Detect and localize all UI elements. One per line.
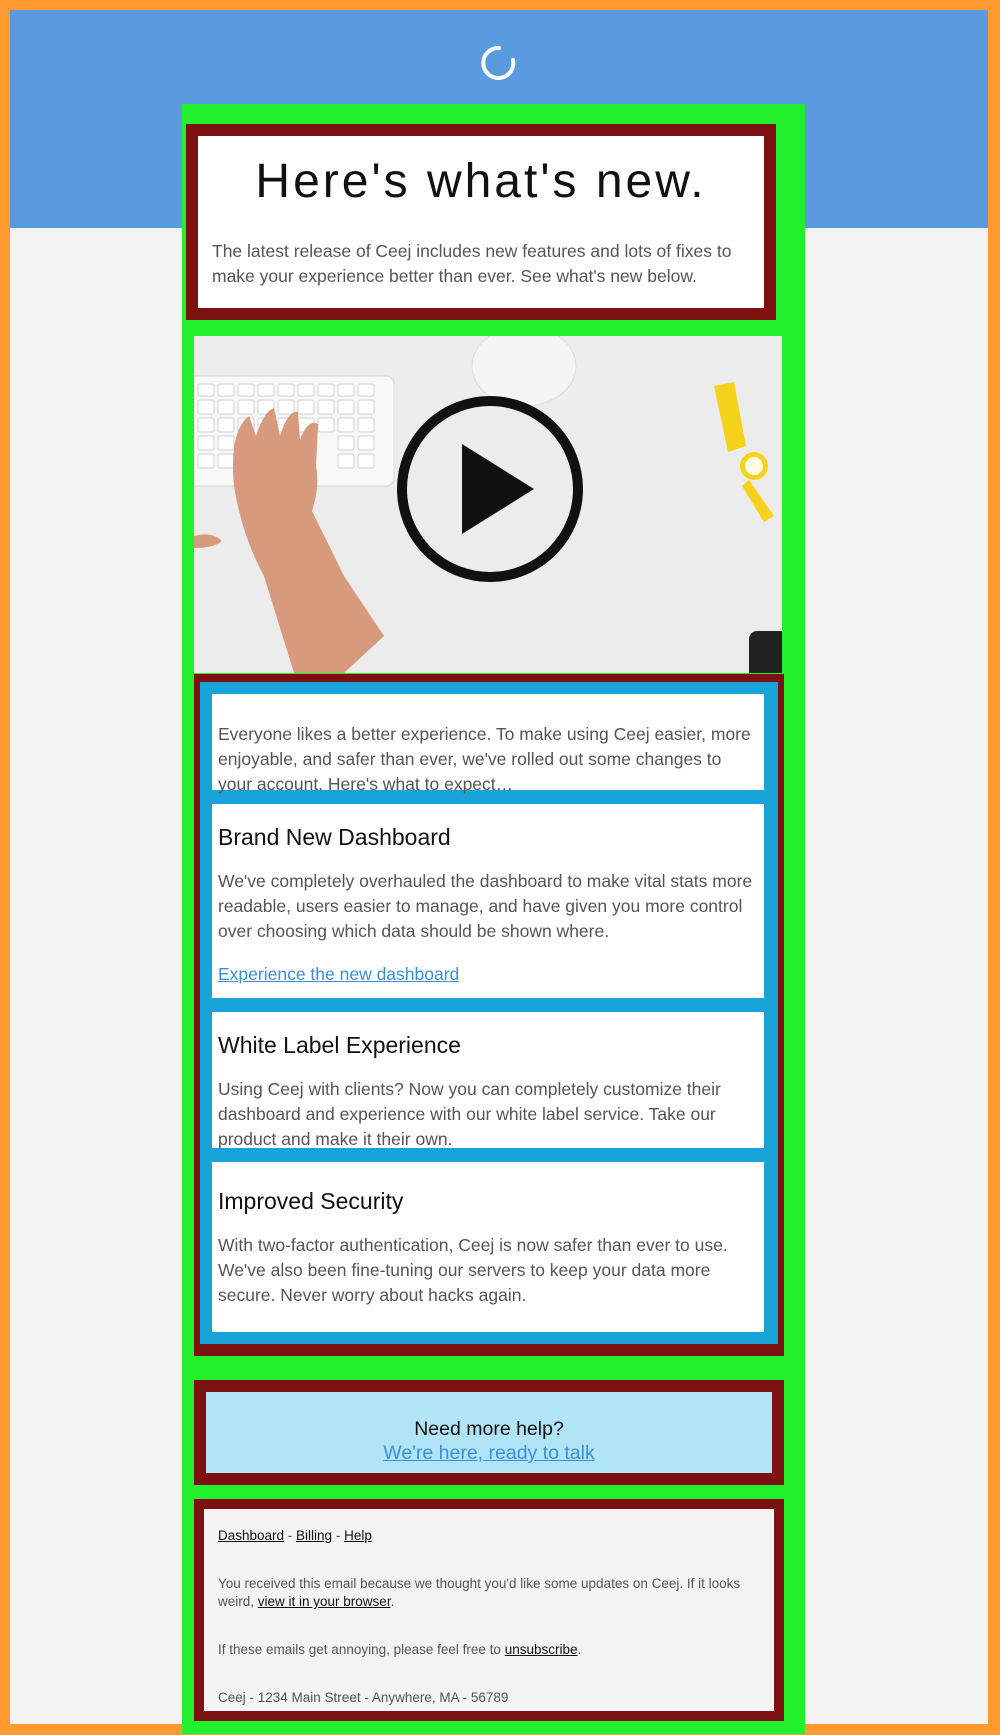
footer-link-help[interactable]: Help	[344, 1528, 372, 1543]
video-thumbnail[interactable]	[194, 336, 782, 673]
page-title: Here's what's new.	[255, 155, 707, 208]
intro-card: Everyone likes a better experience. To m…	[212, 694, 764, 794]
help-section: Need more help? We're here, ready to tal…	[194, 1380, 784, 1485]
feature-title: White Label Experience	[218, 1032, 461, 1058]
footer-nav: Dashboard - Billing - Help	[218, 1527, 760, 1545]
footer-separator: -	[332, 1528, 345, 1543]
feature-title: Improved Security	[218, 1188, 404, 1214]
header-card: Here's what's new. The latest release of…	[198, 136, 764, 308]
help-title: Need more help?	[414, 1418, 564, 1440]
footer-link-billing[interactable]: Billing	[296, 1528, 332, 1543]
new-dashboard-link[interactable]: Experience the new dashboard	[218, 964, 459, 985]
footer-card: Dashboard - Billing - Help You received …	[204, 1509, 774, 1711]
footer-section: Dashboard - Billing - Help You received …	[194, 1499, 784, 1721]
footer-separator: -	[284, 1528, 297, 1543]
contact-link[interactable]: We're here, ready to talk	[383, 1441, 594, 1465]
phone-shape	[749, 631, 782, 673]
intro-block: Everyone likes a better experience. To m…	[200, 682, 778, 802]
period: .	[390, 1594, 395, 1609]
footer-link-dashboard[interactable]: Dashboard	[218, 1528, 284, 1543]
feature-card: White Label Experience Using Ceej with c…	[212, 1012, 764, 1149]
footer-unsubscribe-note: If these emails get annoying, please fee…	[218, 1641, 760, 1659]
help-card: Need more help? We're here, ready to tal…	[206, 1392, 772, 1473]
footer-address: Ceej - 1234 Main Street - Anywhere, MA -…	[218, 1690, 509, 1705]
header-section: Here's what's new. The latest release of…	[186, 124, 776, 320]
annoying-text: If these emails get annoying, please fee…	[218, 1642, 505, 1657]
feature-text: Using Ceej with clients? Now you can com…	[218, 1079, 721, 1149]
period: .	[577, 1642, 582, 1657]
unsubscribe-link[interactable]: unsubscribe	[505, 1642, 578, 1657]
header-intro: The latest release of Ceej includes new …	[212, 241, 732, 286]
video-image	[194, 336, 782, 673]
feature-text: We've completely overhauled the dashboar…	[218, 871, 753, 941]
footer-received-note: You received this email because we thoug…	[218, 1575, 760, 1611]
view-in-browser-link[interactable]: view it in your browser	[258, 1594, 391, 1609]
logo-spinner-icon	[481, 45, 516, 80]
feature-card: Improved Security With two-factor authen…	[212, 1162, 764, 1332]
feature-text: With two-factor authentication, Ceej is …	[218, 1235, 728, 1305]
email-container: Here's what's new. The latest release of…	[182, 104, 805, 1734]
features-section: Everyone likes a better experience. To m…	[194, 674, 784, 1356]
feature-title: Brand New Dashboard	[218, 824, 451, 850]
content-intro: Everyone likes a better experience. To m…	[218, 724, 751, 794]
feature-block-dashboard: Brand New Dashboard We've completely ove…	[200, 802, 778, 1010]
feature-block-white-label: White Label Experience Using Ceej with c…	[200, 1010, 778, 1160]
feature-card: Brand New Dashboard We've completely ove…	[212, 804, 764, 998]
feature-block-security: Improved Security With two-factor authen…	[200, 1160, 778, 1344]
